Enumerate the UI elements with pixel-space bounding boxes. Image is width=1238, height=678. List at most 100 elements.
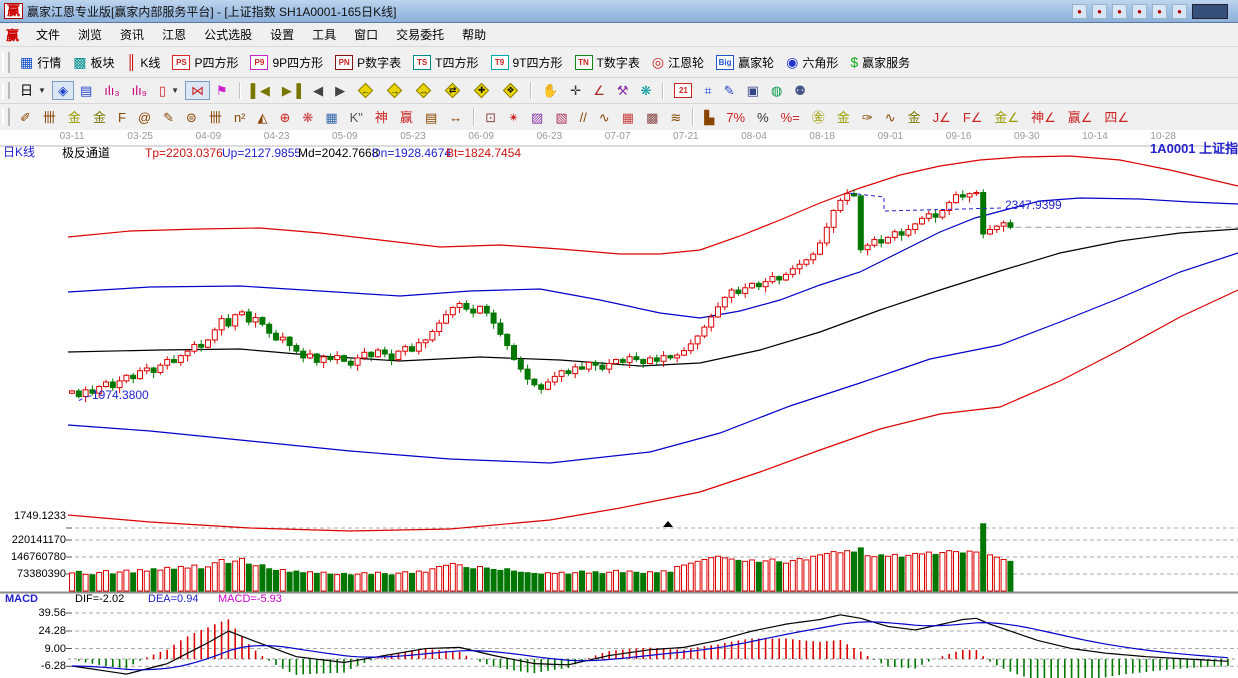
calculator-button[interactable]: ⌗ (698, 81, 717, 100)
web-square-button[interactable]: ▦ (319, 108, 343, 127)
gold-grid-2-button[interactable]: 金 (87, 108, 112, 127)
gold-line-button[interactable]: 金 (902, 108, 927, 127)
zoom-right-button[interactable]: → (380, 79, 409, 102)
trend-lines-button[interactable]: // (574, 108, 593, 127)
kline-button[interactable]: ║ K线 (121, 51, 167, 74)
angle-tool-button[interactable]: ◭ (252, 108, 274, 127)
grid-dark-button[interactable]: ▩ (640, 108, 664, 127)
next-button[interactable]: ▶ (329, 81, 351, 100)
gold-grid-1-button[interactable]: 金 (62, 108, 87, 127)
titlebar-tray-icon[interactable]: ● (1112, 3, 1127, 19)
browser-globe-button[interactable]: ◍ (765, 81, 788, 100)
wave-check-button[interactable]: ∿ (593, 108, 616, 127)
grid-lines-button[interactable]: 卌 (37, 108, 62, 127)
percent-button[interactable]: % (751, 108, 775, 127)
percent-line-button[interactable]: %= (775, 108, 806, 127)
sectors-button[interactable]: ▩ 板块 (67, 51, 120, 74)
j-angle-button[interactable]: J∠ (927, 108, 957, 127)
ying-tool-button[interactable]: 赢 (394, 108, 419, 127)
titlebar-tray-icon[interactable]: ● (1092, 3, 1107, 19)
prev-button[interactable]: ◀ (307, 81, 329, 100)
expand-h-button[interactable]: ↔ (409, 79, 438, 102)
spider-web-button[interactable]: ❋ (296, 108, 319, 127)
title-bar[interactable]: 赢 赢家江恩专业版[赢家内部服务平台] - [上证指数 SH1A0001-165… (0, 0, 1238, 23)
n-squared-button[interactable]: n² (228, 108, 252, 127)
expand-all-button[interactable]: ✚ (467, 79, 496, 102)
bars-9-button[interactable]: ılı₉ (126, 81, 153, 100)
p-number-table-button[interactable]: PN P数字表 (329, 51, 407, 74)
titlebar-tray-icon[interactable]: ● (1152, 3, 1167, 19)
bars-3-button[interactable]: ılı₃ (98, 81, 125, 100)
zoom-left-button[interactable]: ← (351, 79, 380, 102)
span-measure-button[interactable]: ↔ (443, 108, 468, 127)
gold-circle-button[interactable]: ㊎ (806, 108, 831, 127)
first-page-button[interactable]: ▌◀ (245, 81, 276, 100)
period-label[interactable]: 日K线 (3, 146, 35, 158)
macd-title[interactable]: MACD (5, 594, 38, 605)
t-square-button[interactable]: TS T四方形 (407, 51, 484, 74)
menu-item-工具[interactable]: 工具 (303, 26, 345, 44)
wave-tool-button[interactable]: ∿ (879, 108, 902, 127)
ying-angle-button[interactable]: 赢∠ (1062, 108, 1099, 127)
menu-item-文件[interactable]: 文件 (27, 26, 69, 44)
candle-style-button[interactable]: ▯ ▼ (153, 81, 185, 100)
shen-angle-button[interactable]: 神∠ (1025, 108, 1062, 127)
ray-fan-button[interactable]: ✴ (502, 108, 525, 127)
info-document-button[interactable]: ▤ (74, 81, 98, 100)
quotes-button[interactable]: ▦ 行情 (14, 51, 67, 74)
pattern-box-button[interactable]: ⋈ (185, 81, 210, 100)
compress-h-button[interactable]: ⇄ (438, 79, 467, 102)
tool-hammer-button[interactable]: ⚒ (611, 81, 635, 100)
hexagon-button[interactable]: ◉ 六角形 (780, 51, 844, 74)
box-hatch-button[interactable]: ▧ (549, 108, 573, 127)
period-day-dropdown-icon[interactable]: ▼ (38, 86, 46, 95)
ruler-123-button[interactable]: ▤ (419, 108, 443, 127)
angle-measure-button[interactable]: ∠ (587, 81, 611, 100)
menu-item-公式选股[interactable]: 公式选股 (195, 26, 261, 44)
t-number-table-button[interactable]: TN T数字表 (569, 51, 646, 74)
symbol-label[interactable]: 1A0001 上证指数 (1150, 142, 1238, 155)
pen-candle-button[interactable]: ✑ (856, 108, 879, 127)
compass-target-button[interactable]: ⊕ (274, 108, 297, 127)
compress-all-button[interactable]: ❖ (496, 79, 525, 102)
menu-item-交易委托[interactable]: 交易委托 (387, 26, 453, 44)
menu-item-江恩[interactable]: 江恩 (153, 26, 195, 44)
gann-wheel-button[interactable]: ◎ 江恩轮 (646, 51, 710, 74)
notes-button[interactable]: ✎ (718, 81, 741, 100)
winner-service-button[interactable]: $ 赢家服务 (844, 51, 916, 74)
box-purple-button[interactable]: ▨ (525, 108, 549, 127)
fib-lines-button[interactable]: F (112, 108, 132, 127)
calendar-button[interactable]: 21 (668, 80, 698, 101)
histogram-steps-button[interactable]: ▙ (698, 108, 720, 127)
shen-tool-button[interactable]: 神 (369, 108, 394, 127)
toolbar-grip[interactable] (2, 51, 10, 73)
9t-square-button[interactable]: T9 9T四方形 (485, 51, 569, 74)
menu-item-设置[interactable]: 设置 (261, 26, 303, 44)
f-angle-button[interactable]: F∠ (957, 108, 989, 127)
grid-red-button[interactable]: ▦ (616, 108, 640, 127)
menu-item-帮助[interactable]: 帮助 (453, 26, 495, 44)
pencil-tool-button[interactable]: ✐ (14, 108, 37, 127)
candle-style-dropdown-icon[interactable]: ▼ (171, 86, 179, 95)
titlebar-tray-icon[interactable]: ● (1072, 3, 1087, 19)
last-page-button[interactable]: ▶▐ (276, 81, 307, 100)
p-square-button[interactable]: PS P四方形 (166, 51, 244, 74)
box-select-button[interactable]: ⊡ (479, 108, 502, 127)
web-tool-button[interactable]: ❋ (635, 81, 658, 100)
winner-wheel-button[interactable]: Big 赢家轮 (710, 51, 780, 74)
period-day-button[interactable]: 日 ▼ (14, 81, 52, 100)
toolbar-grip[interactable] (2, 81, 10, 100)
menu-item-资讯[interactable]: 资讯 (111, 26, 153, 44)
save-button[interactable]: ▣ (741, 81, 765, 100)
profile-flag-button[interactable]: ⚑ (210, 81, 234, 100)
pencil-2-button[interactable]: ✎ (157, 108, 180, 127)
crystal-view-button[interactable]: ◈ (51, 81, 74, 100)
remote-user-button[interactable]: ⚉ (788, 81, 812, 100)
k-mark-button[interactable]: K" (344, 108, 369, 127)
menu-item-浏览[interactable]: 浏览 (69, 26, 111, 44)
hand-tool-button[interactable]: ✋ (536, 81, 564, 100)
percent-7-button[interactable]: 7% (720, 108, 751, 127)
menu-item-窗口[interactable]: 窗口 (345, 26, 387, 44)
crosshair-tool-button[interactable]: ✛ (564, 81, 587, 100)
grid-lines-2-button[interactable]: 卌 (203, 108, 228, 127)
